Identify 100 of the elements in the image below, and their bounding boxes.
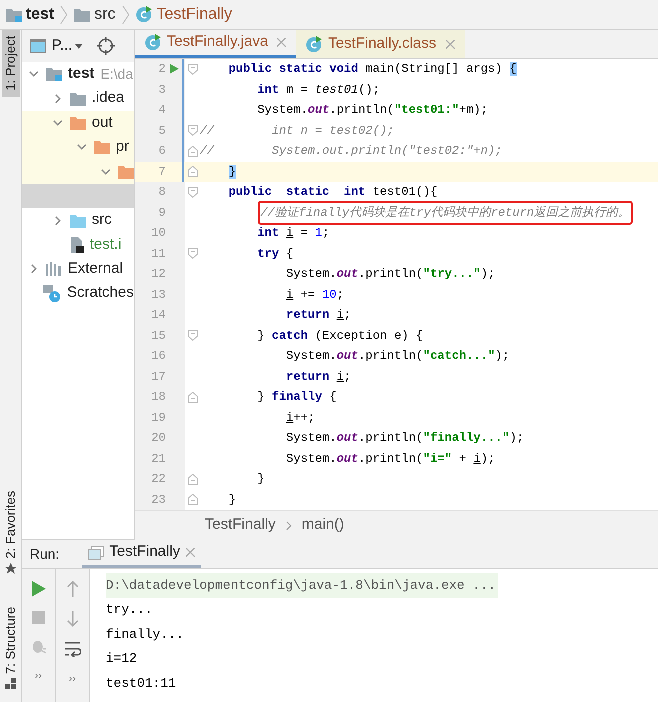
- chevron-right-icon[interactable]: [53, 94, 63, 104]
- fold-icon[interactable]: [188, 494, 198, 506]
- class-icon: [306, 36, 324, 52]
- wrap-icon[interactable]: [64, 641, 80, 657]
- more-button[interactable]: ››: [68, 671, 76, 688]
- side-tab[interactable]: 7: Structure: [2, 600, 20, 696]
- output-line: try...: [106, 601, 153, 619]
- breadcrumb-item[interactable]: TestFinally: [205, 514, 276, 537]
- breadcrumb-item[interactable]: src: [74, 2, 116, 26]
- run-icon[interactable]: [32, 581, 46, 597]
- fold-icon[interactable]: [188, 125, 198, 136]
- tree-item[interactable]: External: [22, 257, 134, 282]
- fold-icon[interactable]: [188, 64, 198, 75]
- file-icon: [70, 236, 84, 253]
- line-number: 9: [158, 204, 166, 222]
- tree-label: Scratches: [67, 283, 134, 304]
- code-line: public static int test01(){: [228, 184, 438, 202]
- code-line: // System.out.println("test02:"+n);: [200, 143, 502, 160]
- code-line: public static void main(String[] args) {: [228, 61, 517, 78]
- line-number: 18: [150, 389, 166, 406]
- chevron-down-icon[interactable]: [77, 142, 87, 152]
- fold-icon[interactable]: [188, 186, 198, 198]
- tree-item[interactable]: src: [22, 208, 134, 233]
- tree-item[interactable]: pr: [22, 135, 134, 160]
- code-line: // int n = test02();: [200, 122, 394, 140]
- chevron-right-icon[interactable]: [29, 264, 39, 274]
- view-dropdown[interactable]: P...: [52, 34, 83, 58]
- fold-icon[interactable]: [188, 146, 198, 157]
- line-number: 16: [150, 348, 166, 366]
- code-line: i++;: [286, 410, 316, 427]
- line-number: 17: [150, 368, 166, 386]
- code-line: System.out.println("test01:"+m);: [258, 102, 488, 120]
- breadcrumb-item[interactable]: test: [6, 2, 54, 26]
- chevron-down-icon[interactable]: [101, 166, 111, 177]
- fold-icon[interactable]: [188, 330, 198, 342]
- folder-icon: [74, 8, 90, 22]
- tree-item[interactable]: [22, 160, 134, 184]
- tree-label: out: [92, 112, 113, 133]
- line-number: 20: [150, 430, 166, 448]
- tree-item[interactable]: test E:\da: [22, 62, 134, 86]
- line-number: 7: [158, 164, 166, 181]
- chevron-right-icon[interactable]: [53, 216, 63, 226]
- module-folder-icon: [6, 8, 22, 22]
- line-number: 21: [150, 450, 166, 468]
- line-number: 19: [150, 410, 166, 427]
- code-line: System.out.println("catch...");: [286, 348, 510, 366]
- fold-icon[interactable]: [188, 474, 198, 485]
- run-icon[interactable]: [170, 64, 178, 74]
- locate-icon[interactable]: [96, 37, 115, 55]
- tree-label: test.i: [90, 234, 122, 255]
- tree-item[interactable]: out: [22, 110, 134, 136]
- fold-icon[interactable]: [188, 166, 198, 178]
- console-icon: [88, 546, 104, 560]
- code-line: try {: [258, 246, 294, 263]
- line-number: 15: [150, 328, 166, 345]
- tree-item[interactable]: Scratches: [22, 282, 134, 306]
- code-line: } finally {: [258, 389, 337, 406]
- line-number: 4: [158, 102, 166, 120]
- line-number: 11: [150, 246, 166, 263]
- line-number: 5: [158, 122, 166, 140]
- code-line: System.out.println("try...");: [286, 266, 496, 284]
- line-number: 13: [150, 286, 166, 304]
- close-icon[interactable]: [277, 38, 286, 47]
- code-line: return i;: [286, 307, 352, 324]
- line-number: 2: [158, 61, 166, 78]
- run-label: Run:: [30, 544, 60, 564]
- breadcrumb-item[interactable]: TestFinally: [136, 2, 232, 26]
- code-line: int i = 1;: [258, 225, 330, 242]
- chevron-down-icon[interactable]: [53, 118, 63, 128]
- close-icon[interactable]: [446, 40, 455, 48]
- module-folder-icon: [46, 67, 62, 82]
- folder-icon: [70, 214, 86, 228]
- code-line: int m = test01();: [258, 82, 380, 99]
- up-arrow-icon[interactable]: [66, 581, 78, 597]
- code-line: }: [258, 471, 265, 488]
- down-arrow-icon[interactable]: [66, 611, 78, 627]
- code-line: System.out.println("i=" + i);: [286, 450, 496, 468]
- folder-icon: [118, 164, 134, 179]
- tree-item[interactable]: .idea: [22, 86, 134, 111]
- side-tab[interactable]: 1: Project: [2, 30, 20, 97]
- tree-item[interactable]: [22, 184, 134, 208]
- class-icon: [136, 6, 153, 23]
- code-line: }: [228, 492, 236, 509]
- tree-item[interactable]: test.i: [22, 232, 134, 258]
- tree-label: .idea: [92, 88, 125, 108]
- separator-icon: [122, 4, 130, 24]
- fold-icon[interactable]: [188, 392, 198, 403]
- line-number: 8: [158, 184, 166, 202]
- breadcrumb-item[interactable]: main(): [302, 514, 344, 537]
- more-button[interactable]: ››: [34, 668, 42, 684]
- fold-icon[interactable]: [188, 248, 198, 260]
- scratches-icon: [43, 284, 62, 303]
- code-line: i += 10;: [286, 286, 344, 304]
- close-icon[interactable]: [186, 548, 196, 557]
- panel-icon: [30, 39, 46, 53]
- chevron-down-icon[interactable]: [29, 69, 39, 80]
- editor-tab[interactable]: TestFinally.class: [296, 30, 465, 58]
- side-tab[interactable]: 2: Favorites: [2, 484, 20, 581]
- caret-icon: [74, 44, 83, 48]
- line-number: 22: [150, 471, 166, 488]
